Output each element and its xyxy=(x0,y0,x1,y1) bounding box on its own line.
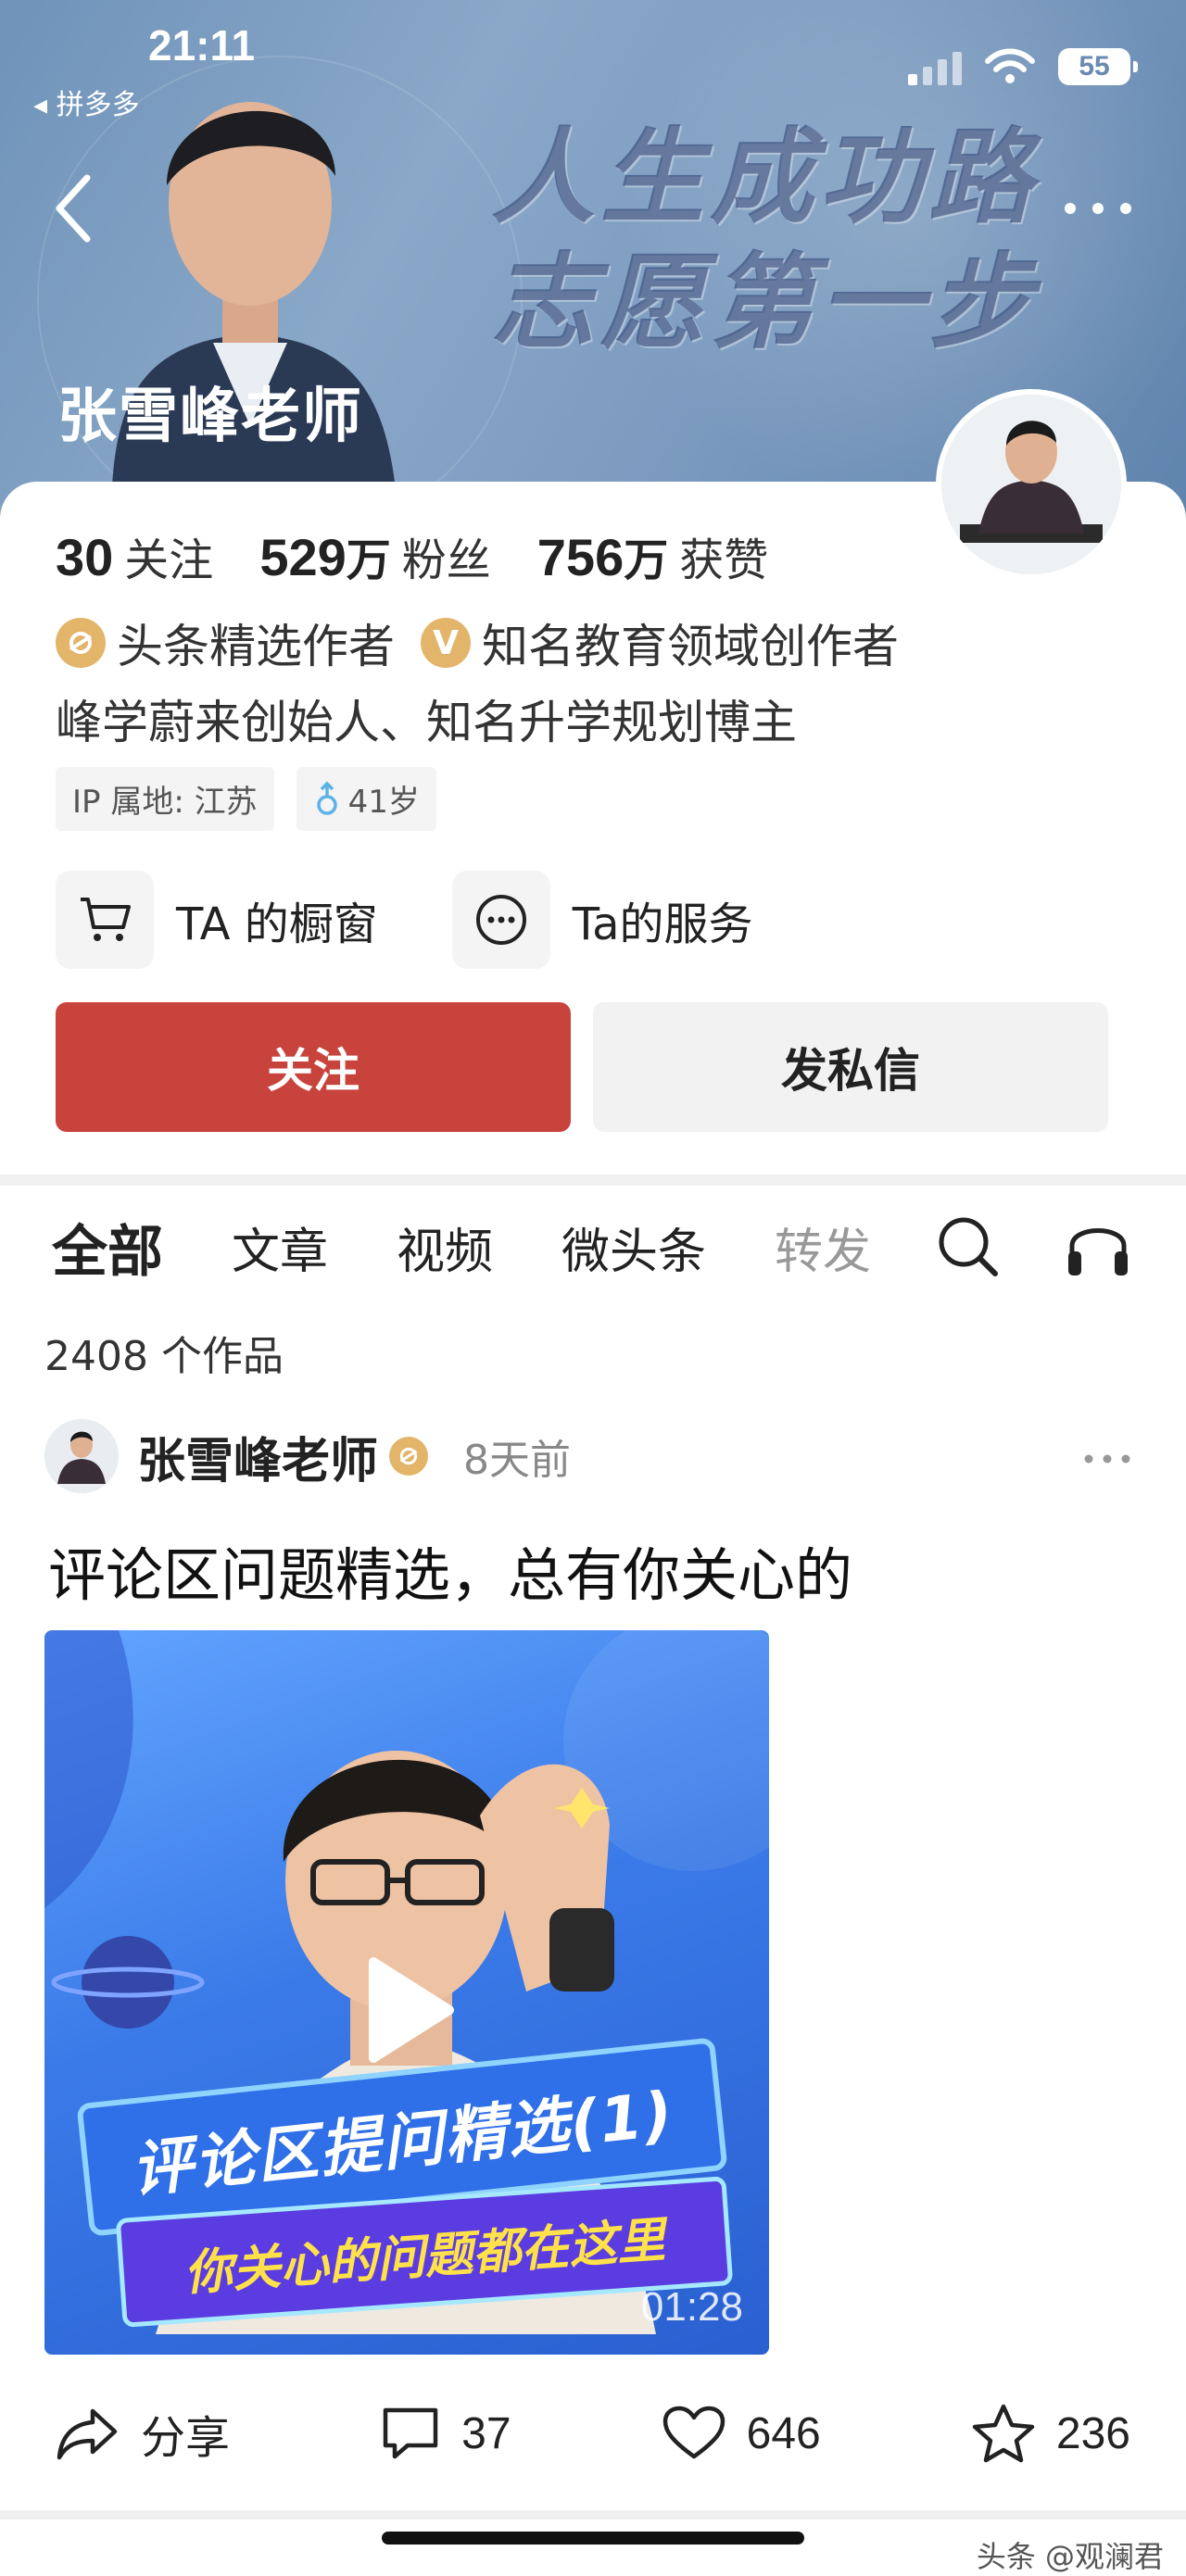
more-options-icon[interactable] xyxy=(1047,185,1149,232)
battery-icon: 55 xyxy=(1058,48,1138,85)
tab-videos[interactable]: 视频 xyxy=(397,1213,493,1282)
profile-stats: 30 关注 529 万 粉丝 756 万 获赞 xyxy=(56,523,814,588)
stat-following[interactable]: 30 关注 xyxy=(56,523,213,588)
works-count: 2408 个作品 xyxy=(44,1333,284,1380)
signal-icon xyxy=(908,48,962,85)
stat-followers[interactable]: 529 万 粉丝 xyxy=(259,523,490,588)
service-dots-icon xyxy=(451,871,550,969)
follow-button[interactable]: 关注 xyxy=(56,1002,571,1132)
stat-unit: 万 xyxy=(624,534,669,586)
message-button[interactable]: 发私信 xyxy=(593,1002,1108,1132)
star-icon xyxy=(972,2404,1035,2463)
share-icon xyxy=(57,2408,118,2460)
back-arrow-icon[interactable] xyxy=(46,167,102,250)
age-label: 41岁 xyxy=(347,784,420,821)
post-title[interactable]: 评论区问题精选，总有你关心的 xyxy=(48,1528,852,1612)
heart-icon xyxy=(662,2406,725,2459)
like-count: 646 xyxy=(746,2408,821,2458)
stat-number: 756 xyxy=(536,528,625,586)
verified-label: 知名教育领域创作者 xyxy=(482,620,899,673)
profile-tags: IP 属地: 江苏 41岁 xyxy=(56,767,436,831)
slogan-line-2: 志愿第一步 xyxy=(491,243,1038,363)
post-time: 8天前 xyxy=(463,1437,572,1484)
stat-label: 关注 xyxy=(124,534,214,586)
banner-author-name: 张雪峰老师 xyxy=(57,383,363,451)
slogan-line-1: 人生成功路 xyxy=(491,118,1038,238)
shop-window-entry[interactable]: TA 的橱窗 xyxy=(56,871,415,969)
service-entry[interactable]: Ta的服务 xyxy=(451,871,790,969)
toutiao-author-badge-icon xyxy=(56,618,106,668)
service-label: Ta的服务 xyxy=(572,898,753,950)
like-button[interactable]: 646 xyxy=(662,2401,821,2466)
section-divider xyxy=(0,1175,1186,1186)
stat-likes[interactable]: 756 万 获赞 xyxy=(537,523,768,588)
tab-all[interactable]: 全部 xyxy=(52,1207,163,1288)
headphones-icon[interactable] xyxy=(1061,1209,1135,1283)
search-icon[interactable] xyxy=(936,1209,1001,1283)
share-label: 分享 xyxy=(141,2414,231,2463)
author-badges: 头条精选作者 V 知名教育领域创作者 xyxy=(56,609,899,676)
avatar-portrait xyxy=(941,395,1121,574)
play-icon[interactable] xyxy=(364,1954,457,2066)
stat-unit: 万 xyxy=(346,534,391,586)
profile-avatar[interactable] xyxy=(936,389,1127,580)
post-more-icon[interactable] xyxy=(1075,1440,1140,1477)
author-bio: 峰学蔚来创始人、知名升学规划博主 xyxy=(56,696,797,749)
wifi-icon xyxy=(985,48,1035,83)
tab-articles[interactable]: 文章 xyxy=(232,1213,328,1282)
age-tag: 41岁 xyxy=(296,767,436,831)
stat-label: 获赞 xyxy=(679,534,769,586)
male-icon xyxy=(316,781,337,815)
toutiao-author-badge-icon xyxy=(389,1437,429,1476)
post-actions: 分享 37 646 236 xyxy=(56,2401,1130,2466)
post-author-avatar[interactable] xyxy=(44,1419,119,1493)
tab-micro-posts[interactable]: 微头条 xyxy=(561,1213,706,1282)
video-duration: 01:28 xyxy=(640,2284,743,2330)
post-author-name[interactable]: 张雪峰老师 xyxy=(137,1422,378,1491)
shop-window-label: TA 的橱窗 xyxy=(176,898,378,950)
stat-number: 30 xyxy=(56,528,114,586)
home-indicator[interactable] xyxy=(382,2532,804,2545)
shop-row: TA 的橱窗 Ta的服务 xyxy=(56,871,790,969)
post-divider xyxy=(0,2510,1186,2519)
watermark: 头条 @观澜君 xyxy=(976,2539,1164,2574)
content-tabs: 全部 文章 视频 微头条 转发 xyxy=(52,1200,940,1293)
back-to-app-link[interactable]: ◂ 拼多多 xyxy=(33,82,140,122)
cart-icon xyxy=(56,871,154,969)
favorite-button[interactable]: 236 xyxy=(971,2401,1130,2466)
ip-location-tag: IP 属地: 江苏 xyxy=(56,767,274,831)
comment-icon xyxy=(383,2407,438,2459)
stat-label: 粉丝 xyxy=(401,534,491,586)
status-time: 21:11 xyxy=(148,21,256,69)
verified-v-icon: V xyxy=(421,618,471,668)
banner-slogan: 人生成功路 志愿第一步 xyxy=(491,116,1038,366)
favorite-count: 236 xyxy=(1055,2408,1130,2458)
share-button[interactable]: 分享 xyxy=(56,2401,230,2466)
stat-number: 529 xyxy=(259,528,347,586)
video-thumbnail[interactable]: 评论区提问精选(1) 你关心的问题都在这里 01:28 xyxy=(44,1630,769,2355)
comment-button[interactable]: 37 xyxy=(380,2401,511,2466)
post-header: 张雪峰老师 8天前 xyxy=(44,1419,571,1493)
comment-count: 37 xyxy=(461,2408,511,2458)
tab-reposts[interactable]: 转发 xyxy=(775,1213,871,1282)
status-icons: 55 xyxy=(908,48,1138,85)
toutiao-author-badge-label: 头条精选作者 xyxy=(117,620,395,673)
